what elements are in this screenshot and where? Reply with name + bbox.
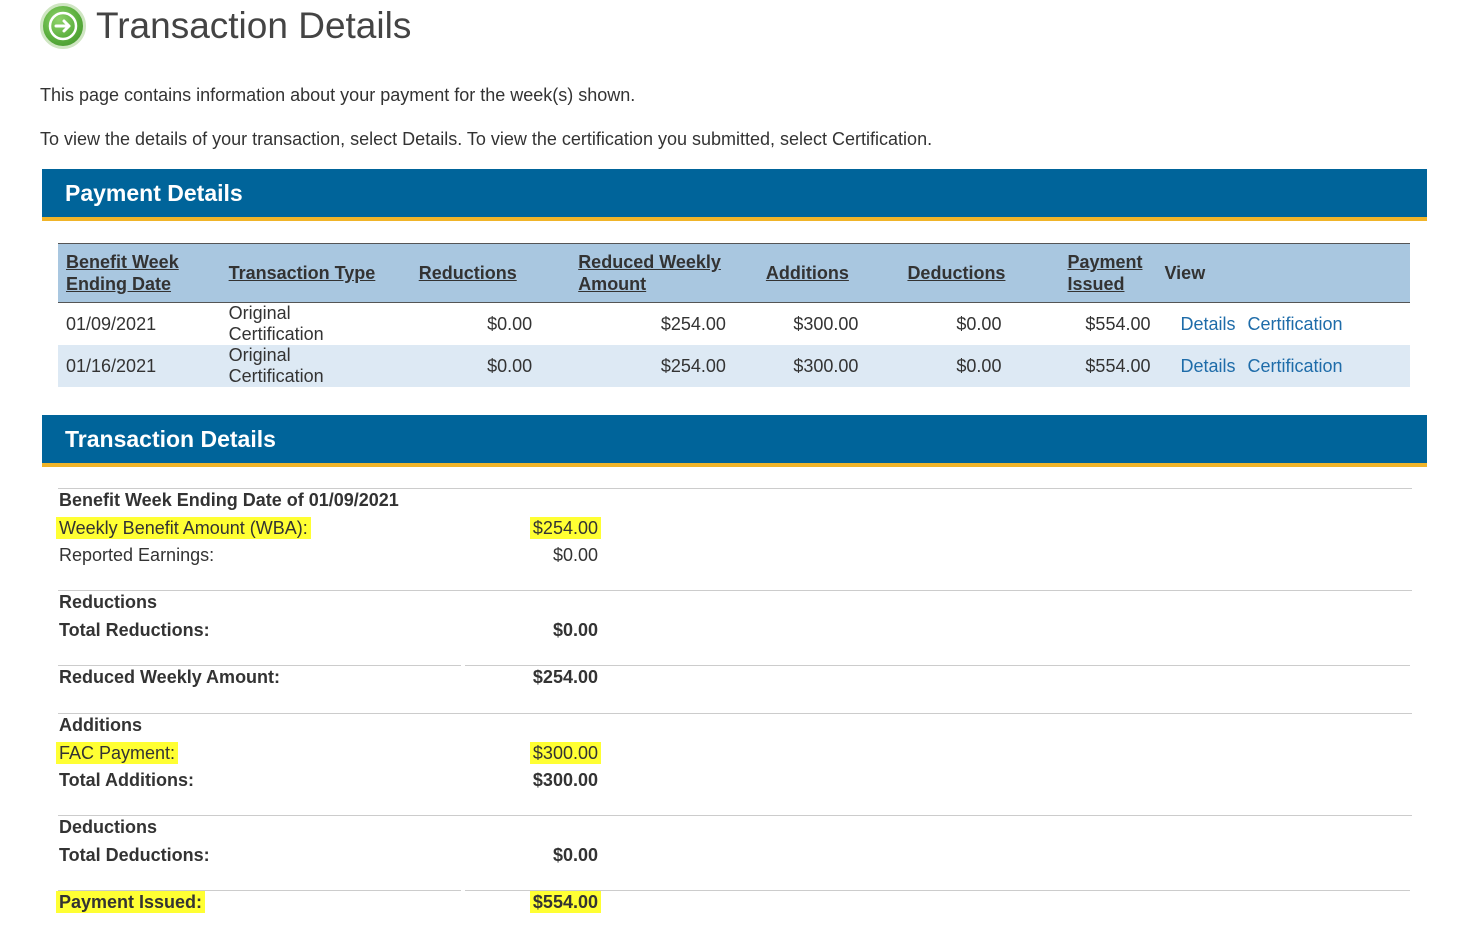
certification-link[interactable]: Certification [1248, 356, 1343, 376]
cell-deductions: $0.00 [956, 313, 1002, 334]
col-reduced-weekly[interactable]: Reduced Weekly Amount [542, 244, 734, 303]
cell-payment-issued: $554.00 [1085, 355, 1151, 376]
intro-text: This page contains information about you… [40, 85, 636, 105]
divider [465, 890, 1410, 891]
col-deductions[interactable]: Deductions [864, 244, 1013, 303]
divider [465, 665, 1410, 666]
col-payment-issued[interactable]: Payment Issued [1013, 244, 1150, 303]
cell-reductions: $0.00 [487, 355, 533, 376]
cell-view: Details Certification [1151, 345, 1411, 387]
col-reductions[interactable]: Reductions [393, 244, 542, 303]
deductions-heading: Deductions [59, 817, 158, 837]
col-transaction-type[interactable]: Transaction Type [221, 244, 394, 303]
page-title: Transaction Details [96, 5, 412, 46]
col-benefit-week[interactable]: Benefit Week Ending Date [58, 244, 221, 303]
cell-payment-issued: $554.00 [1085, 313, 1151, 334]
fac-payment-value: $300.00 [470, 742, 601, 764]
cell-reduced-weekly: $254.00 [660, 355, 726, 376]
total-additions-label: Total Additions: [59, 770, 194, 790]
total-deductions-label: Total Deductions: [59, 845, 210, 865]
wba-label: Weekly Benefit Amount (WBA): [56, 517, 311, 539]
total-deductions-value: $0.00 [552, 845, 598, 865]
earnings-label: Reported Earnings: [59, 545, 215, 565]
details-link[interactable]: Details [1181, 314, 1236, 334]
total-reductions-label: Total Reductions: [59, 620, 210, 640]
details-link[interactable]: Details [1181, 356, 1236, 376]
cell-date: 01/09/2021 [66, 313, 157, 334]
week-heading: Benefit Week Ending Date of 01/09/2021 [59, 490, 399, 510]
divider [58, 590, 1412, 591]
divider [58, 713, 1412, 714]
col-additions[interactable]: Additions [734, 244, 865, 303]
instructions-text: To view the details of your transaction,… [40, 129, 933, 149]
cell-reductions: $0.00 [487, 313, 533, 334]
cell-view: Details Certification [1151, 303, 1411, 346]
divider [58, 815, 1412, 816]
cell-deductions: $0.00 [956, 355, 1002, 376]
arrow-right-circle-icon [40, 3, 86, 49]
cell-type: Original Certification [228, 303, 324, 344]
cell-reduced-weekly: $254.00 [660, 313, 726, 334]
reduced-weekly-value: $254.00 [532, 667, 598, 687]
payment-details-table: Benefit Week Ending Date Transaction Typ… [58, 243, 1410, 387]
wba-value: $254.00 [470, 517, 601, 539]
payment-issued-label: Payment Issued: [56, 891, 206, 913]
certification-link[interactable]: Certification [1248, 314, 1343, 334]
earnings-value: $0.00 [552, 545, 598, 565]
table-row: 01/16/2021 Original Certification $0.00 … [58, 345, 1410, 387]
cell-date: 01/16/2021 [66, 355, 157, 376]
total-reductions-value: $0.00 [552, 620, 598, 640]
transaction-details-heading: Transaction Details [42, 415, 1427, 467]
col-view: View [1164, 263, 1206, 283]
reduced-weekly-label: Reduced Weekly Amount: [59, 667, 281, 687]
total-additions-value: $300.00 [532, 770, 598, 790]
divider [58, 488, 1412, 489]
table-row: 01/09/2021 Original Certification $0.00 … [58, 303, 1410, 346]
payment-details-heading: Payment Details [42, 169, 1427, 221]
divider [58, 665, 461, 666]
reductions-heading: Reductions [59, 592, 158, 612]
fac-payment-label: FAC Payment: [56, 742, 179, 764]
cell-additions: $300.00 [793, 313, 859, 334]
table-header-row: Benefit Week Ending Date Transaction Typ… [58, 243, 1410, 303]
cell-type: Original Certification [228, 345, 324, 386]
cell-additions: $300.00 [793, 355, 859, 376]
additions-heading: Additions [59, 715, 142, 735]
page-header: Transaction Details [40, 3, 412, 49]
payment-issued-value: $554.00 [470, 891, 601, 913]
